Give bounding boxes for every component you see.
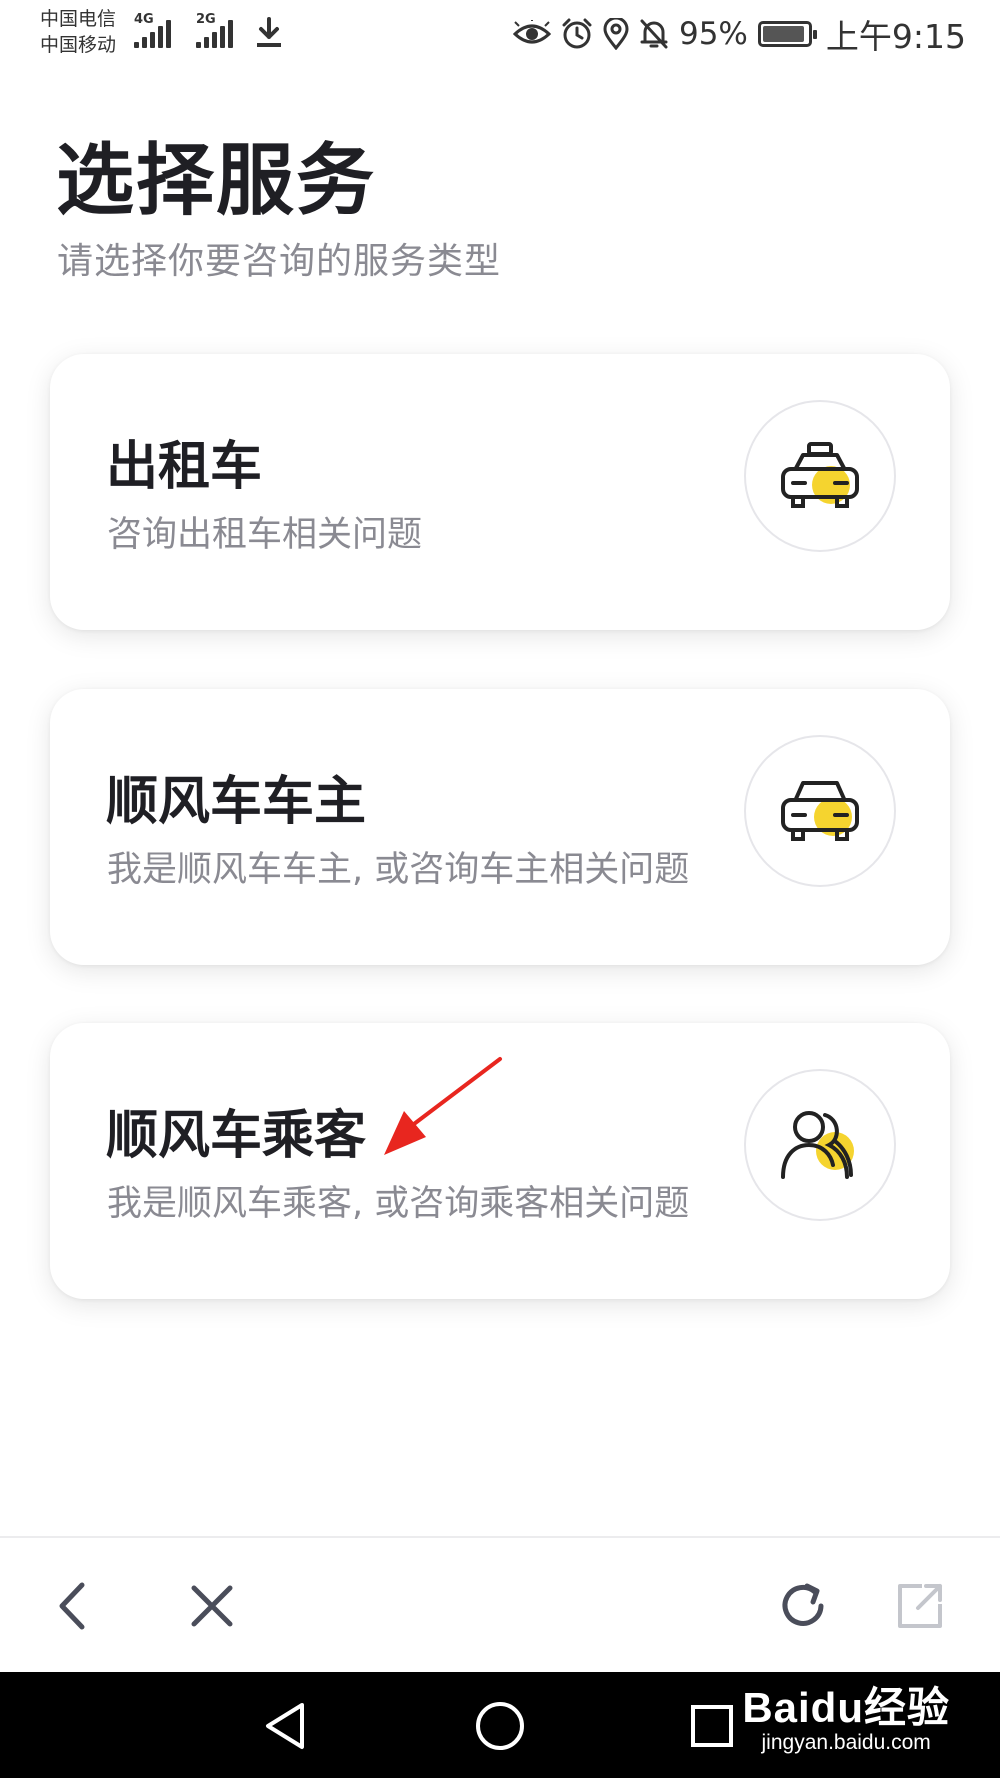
location-icon bbox=[603, 18, 629, 50]
signal-icon-2: 2G bbox=[196, 12, 233, 48]
network-type-2: 2G bbox=[196, 12, 216, 27]
close-icon bbox=[191, 1585, 233, 1627]
battery-percent: 95% bbox=[678, 16, 748, 52]
nav-back-button[interactable] bbox=[255, 1696, 315, 1756]
nav-home-button[interactable] bbox=[470, 1696, 530, 1756]
close-button[interactable] bbox=[182, 1576, 242, 1636]
status-right: 95% 上午9:15 bbox=[512, 10, 966, 58]
status-bar: 中国电信 中国移动 4G 2G 95% 上午9:15 bbox=[0, 0, 1000, 62]
service-icon-badge bbox=[744, 400, 896, 552]
system-navigation-bar: Baidu经验 jingyan.baidu.com bbox=[0, 1672, 1000, 1778]
notifications-off-icon bbox=[640, 19, 668, 49]
annotation-arrow-icon bbox=[384, 1057, 502, 1155]
nav-home-icon bbox=[476, 1702, 524, 1750]
service-card-taxi[interactable]: 出租车 咨询出租车相关问题 bbox=[50, 354, 950, 630]
carrier-1: 中国电信 bbox=[40, 8, 117, 30]
back-icon bbox=[59, 1582, 85, 1630]
browser-toolbar bbox=[0, 1536, 1000, 1672]
download-icon bbox=[257, 17, 281, 47]
service-description: 咨询出租车相关问题 bbox=[107, 515, 423, 555]
watermark-url: jingyan.baidu.com bbox=[761, 1731, 931, 1754]
service-title: 出租车 bbox=[106, 437, 263, 497]
carrier-2: 中国移动 bbox=[40, 34, 117, 56]
service-description: 我是顺风车车主, 或咨询车主相关问题 bbox=[107, 850, 690, 890]
alarm-icon bbox=[562, 18, 592, 49]
nav-recents-icon bbox=[691, 1705, 733, 1747]
refresh-icon bbox=[782, 1583, 824, 1626]
refresh-button[interactable] bbox=[773, 1576, 833, 1636]
service-title: 顺风车乘客 bbox=[106, 1106, 367, 1166]
watermark-brand: Baidu经验 bbox=[742, 1684, 950, 1731]
car-icon bbox=[781, 781, 859, 841]
nav-back-icon bbox=[266, 1703, 304, 1749]
eye-icon bbox=[512, 20, 551, 44]
nav-recents-button[interactable] bbox=[682, 1696, 742, 1756]
service-icon-badge bbox=[744, 1069, 896, 1221]
network-type-1: 4G bbox=[134, 12, 154, 27]
clock: 上午9:15 bbox=[825, 17, 966, 56]
service-description: 我是顺风车乘客, 或咨询乘客相关问题 bbox=[107, 1184, 690, 1224]
back-button[interactable] bbox=[42, 1576, 102, 1636]
watermark: Baidu经验 jingyan.baidu.com bbox=[742, 1674, 950, 1755]
share-button[interactable] bbox=[890, 1576, 950, 1636]
battery-icon bbox=[757, 21, 817, 47]
passengers-icon bbox=[781, 1111, 854, 1179]
carrier-info: 中国电信 中国移动 bbox=[40, 6, 116, 58]
service-icon-badge bbox=[744, 735, 896, 887]
page-title: 选择服务 bbox=[56, 136, 377, 226]
page-subtitle: 请选择你要咨询的服务类型 bbox=[57, 241, 502, 282]
signal-icon-1: 4G bbox=[134, 12, 171, 48]
share-icon bbox=[898, 1584, 942, 1628]
service-title: 顺风车车主 bbox=[106, 772, 367, 832]
service-card-driver[interactable]: 顺风车车主 我是顺风车车主, 或咨询车主相关问题 bbox=[50, 689, 950, 965]
taxi-icon bbox=[781, 442, 859, 508]
